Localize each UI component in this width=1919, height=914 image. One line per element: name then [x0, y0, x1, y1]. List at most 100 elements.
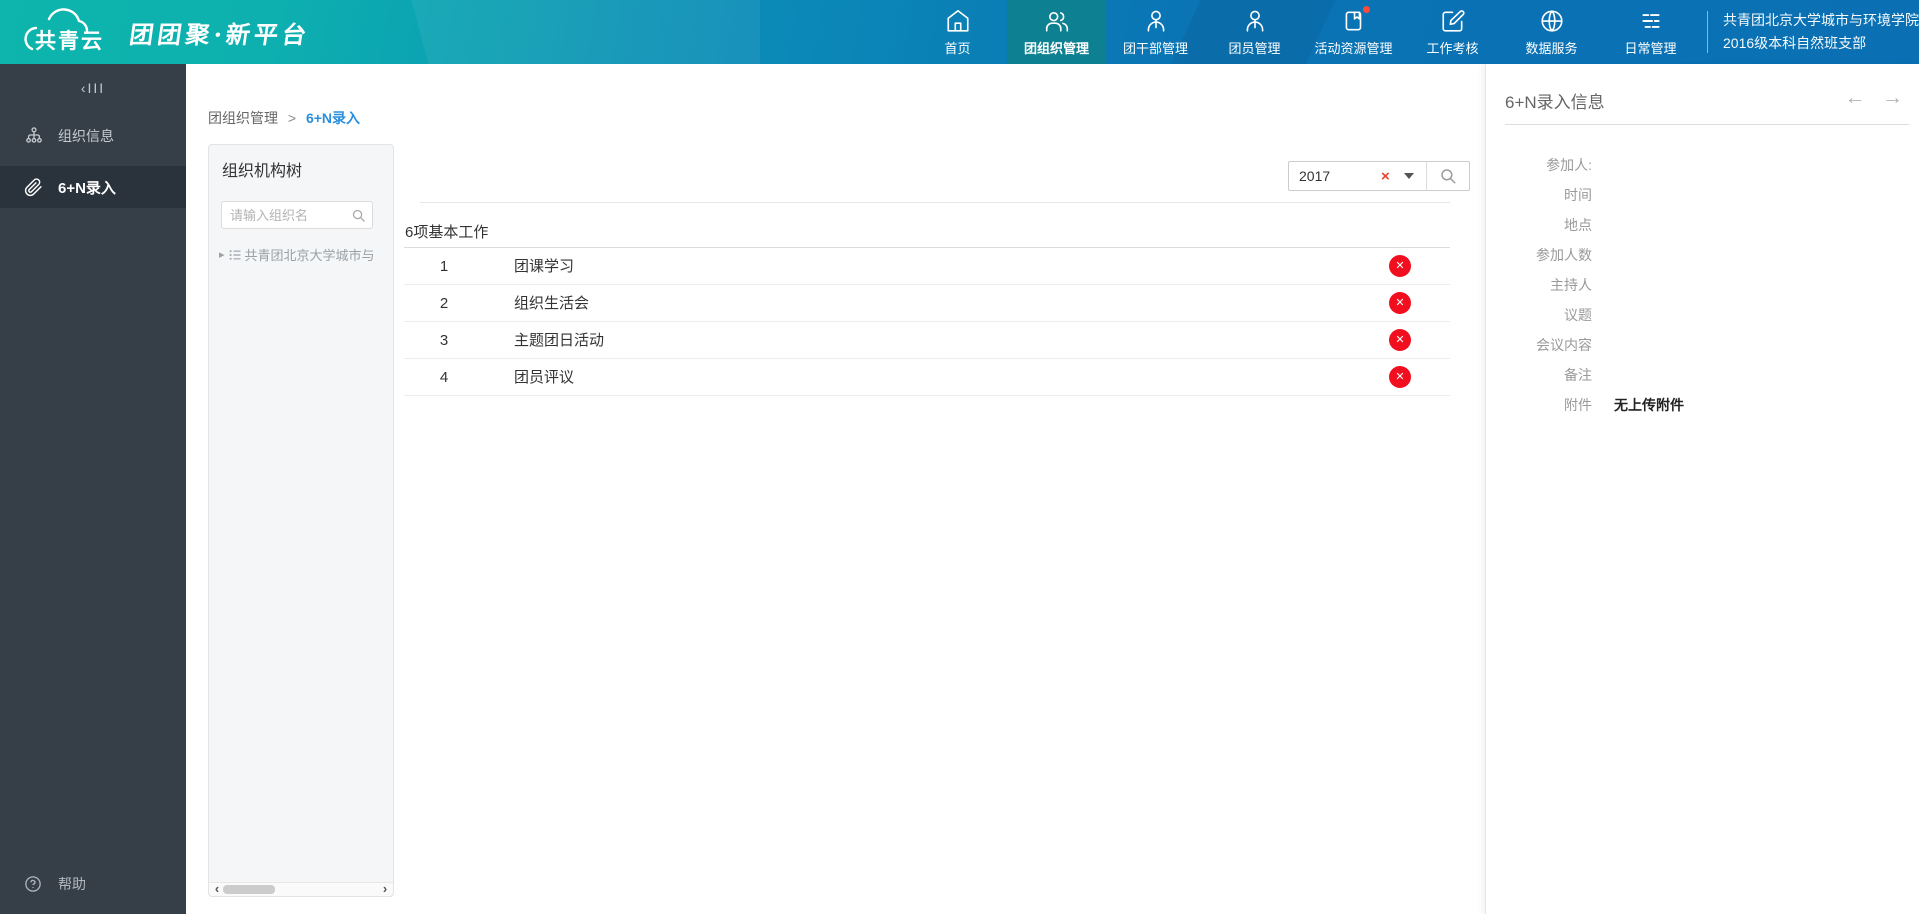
- help-circle-icon: [24, 874, 44, 894]
- basic-work-list: 1 团课学习 ✕ 2 组织生活会 ✕ 3 主题团日活动 ✕ 4 团员评议 ✕: [404, 247, 1450, 396]
- nav-label: 团干部管理: [1122, 40, 1188, 56]
- org-tree-panel-title: 组织机构树: [222, 163, 303, 180]
- paperclip-icon: [24, 177, 44, 197]
- field-row-time: 时间: [1486, 180, 1919, 210]
- sidebar-item-label: 组织信息: [58, 128, 114, 144]
- row-number: 4: [439, 369, 449, 386]
- logo-text: 共青云: [35, 30, 104, 53]
- org-name-line1: 共青团北京大学城市与环境学院: [1723, 12, 1919, 28]
- nav-tab-league-org[interactable]: 团组织管理: [1007, 0, 1106, 64]
- nav-label: 工作考核: [1426, 40, 1479, 56]
- field-label: 议题: [1564, 307, 1592, 323]
- main-content: 团组织管理 > 6+N录入 组织机构树 ▸ 共青团北京大学城市与 ‹: [186, 64, 1485, 914]
- app-header: 共青云 团团聚·新平台 首页 团组织管理 团干部管理 团员管理 活动资源管理 工…: [0, 0, 1919, 64]
- breadcrumb-separator: >: [287, 110, 297, 126]
- list-item[interactable]: 4 团员评议 ✕: [404, 359, 1450, 396]
- nav-label: 团员管理: [1228, 40, 1281, 56]
- sidebar: ‹III 组织信息 6+N录入 帮助: [0, 64, 186, 914]
- tree-node-label: 共青团北京大学城市与: [244, 248, 375, 263]
- sidebar-item-6n-entry[interactable]: 6+N录入: [0, 166, 186, 208]
- chevron-down-icon[interactable]: [1403, 173, 1414, 179]
- row-name: 组织生活会: [514, 295, 590, 312]
- row-number: 2: [439, 295, 449, 312]
- list-item[interactable]: 3 主题团日活动 ✕: [404, 322, 1450, 359]
- nav-tab-league-cadre[interactable]: 团干部管理: [1106, 0, 1205, 64]
- breadcrumb-parent[interactable]: 团组织管理: [208, 110, 278, 126]
- edit-icon: [1440, 8, 1466, 34]
- tree-node-org-root[interactable]: ▸ 共青团北京大学城市与: [219, 245, 389, 264]
- org-search-input[interactable]: [230, 205, 345, 225]
- content-divider: [420, 202, 1450, 203]
- app-root: 共青云 团团聚·新平台 首页 团组织管理 团干部管理 团员管理 活动资源管理 工…: [0, 0, 1919, 914]
- field-row-topic: 议题: [1486, 300, 1919, 330]
- home-icon: [945, 8, 971, 34]
- year-filter-input[interactable]: [1299, 168, 1381, 184]
- nav-tab-work-assessment[interactable]: 工作考核: [1403, 0, 1502, 64]
- list-icon: [1638, 8, 1664, 34]
- globe-icon: [1539, 8, 1565, 34]
- users-icon: [1044, 8, 1070, 34]
- delete-row-button[interactable]: ✕: [1389, 292, 1411, 314]
- search-icon: [1441, 169, 1456, 184]
- slogan-text: 团团聚·新平台: [127, 20, 313, 49]
- prev-arrow-icon[interactable]: ←: [1845, 86, 1866, 109]
- delete-row-button[interactable]: ✕: [1389, 366, 1411, 388]
- detail-panel-title: 6+N录入信息: [1505, 93, 1605, 112]
- list-item[interactable]: 1 团课学习 ✕: [404, 248, 1450, 285]
- scrollbar-thumb[interactable]: [223, 885, 275, 894]
- main-nav: 首页 团组织管理 团干部管理 团员管理 活动资源管理 工作考核 数据服务 日常管…: [908, 0, 1700, 64]
- nav-label: 数据服务: [1525, 40, 1578, 56]
- field-label: 参加人:: [1546, 157, 1592, 173]
- field-row-host: 主持人: [1486, 270, 1919, 300]
- field-label: 地点: [1564, 217, 1592, 233]
- app-logo: 共青云: [22, 8, 118, 56]
- org-node-icon: [229, 249, 241, 261]
- search-button[interactable]: [1427, 162, 1469, 190]
- field-row-remark: 备注: [1486, 360, 1919, 390]
- next-arrow-icon[interactable]: →: [1882, 86, 1903, 109]
- field-row-location: 地点: [1486, 210, 1919, 240]
- nav-tab-league-member[interactable]: 团员管理: [1205, 0, 1304, 64]
- field-label: 附件: [1564, 397, 1592, 413]
- scroll-left-arrow[interactable]: ‹: [210, 882, 224, 896]
- notification-badge-dot: [1362, 5, 1370, 13]
- year-filter-combobox: ×: [1288, 161, 1470, 191]
- sidebar-item-org-info[interactable]: 组织信息: [0, 116, 186, 156]
- tree-expand-icon[interactable]: ▸: [219, 248, 225, 261]
- detail-header: 6+N录入信息 ← →: [1505, 86, 1903, 114]
- field-label: 会议内容: [1536, 337, 1592, 353]
- row-name: 团员评议: [514, 369, 575, 386]
- row-number: 3: [439, 332, 449, 349]
- clear-icon[interactable]: ×: [1381, 169, 1390, 184]
- detail-pager: ← →: [1833, 86, 1903, 110]
- org-tree-icon: [24, 126, 44, 146]
- nav-label: 日常管理: [1624, 40, 1677, 56]
- delete-row-button[interactable]: ✕: [1389, 255, 1411, 277]
- field-value: 无上传附件: [1614, 397, 1684, 413]
- nav-tab-home[interactable]: 首页: [908, 0, 1007, 64]
- header-divider: [1707, 11, 1708, 53]
- nav-tab-data-service[interactable]: 数据服务: [1502, 0, 1601, 64]
- nav-tab-activity-resource[interactable]: 活动资源管理: [1304, 0, 1403, 64]
- field-label: 参加人数: [1536, 247, 1592, 263]
- delete-row-button[interactable]: ✕: [1389, 329, 1411, 351]
- field-label: 主持人: [1550, 277, 1592, 293]
- help-label: 帮助: [58, 876, 86, 892]
- list-item[interactable]: 2 组织生活会 ✕: [404, 285, 1450, 322]
- nav-label: 团组织管理: [1023, 40, 1089, 56]
- field-row-attachment: 附件 无上传附件: [1486, 390, 1919, 420]
- detail-fields: 参加人: 时间 地点 参加人数 主持人 议题 会议内容 备注 附件 无上传附件: [1486, 150, 1919, 420]
- breadcrumb-current: 6+N录入: [305, 110, 361, 126]
- nav-tab-daily-management[interactable]: 日常管理: [1601, 0, 1700, 64]
- field-row-meeting-content: 会议内容: [1486, 330, 1919, 360]
- sidebar-help-button[interactable]: 帮助: [24, 874, 86, 894]
- scroll-right-arrow[interactable]: ›: [378, 882, 392, 896]
- detail-panel: 6+N录入信息 ← → 参加人: 时间 地点 参加人数 主持人 议题 会议内容 …: [1485, 64, 1919, 914]
- detail-divider: [1505, 124, 1909, 125]
- horizontal-scrollbar[interactable]: ‹ ›: [209, 882, 393, 896]
- breadcrumb: 团组织管理 > 6+N录入: [208, 108, 360, 128]
- current-org-info: 共青团北京大学城市与环境学院 2016级本科自然班支部: [1723, 9, 1919, 55]
- search-icon[interactable]: [351, 208, 366, 228]
- sidebar-collapse-button[interactable]: ‹III: [0, 72, 186, 104]
- work-list-title: 6项基本工作: [405, 224, 489, 241]
